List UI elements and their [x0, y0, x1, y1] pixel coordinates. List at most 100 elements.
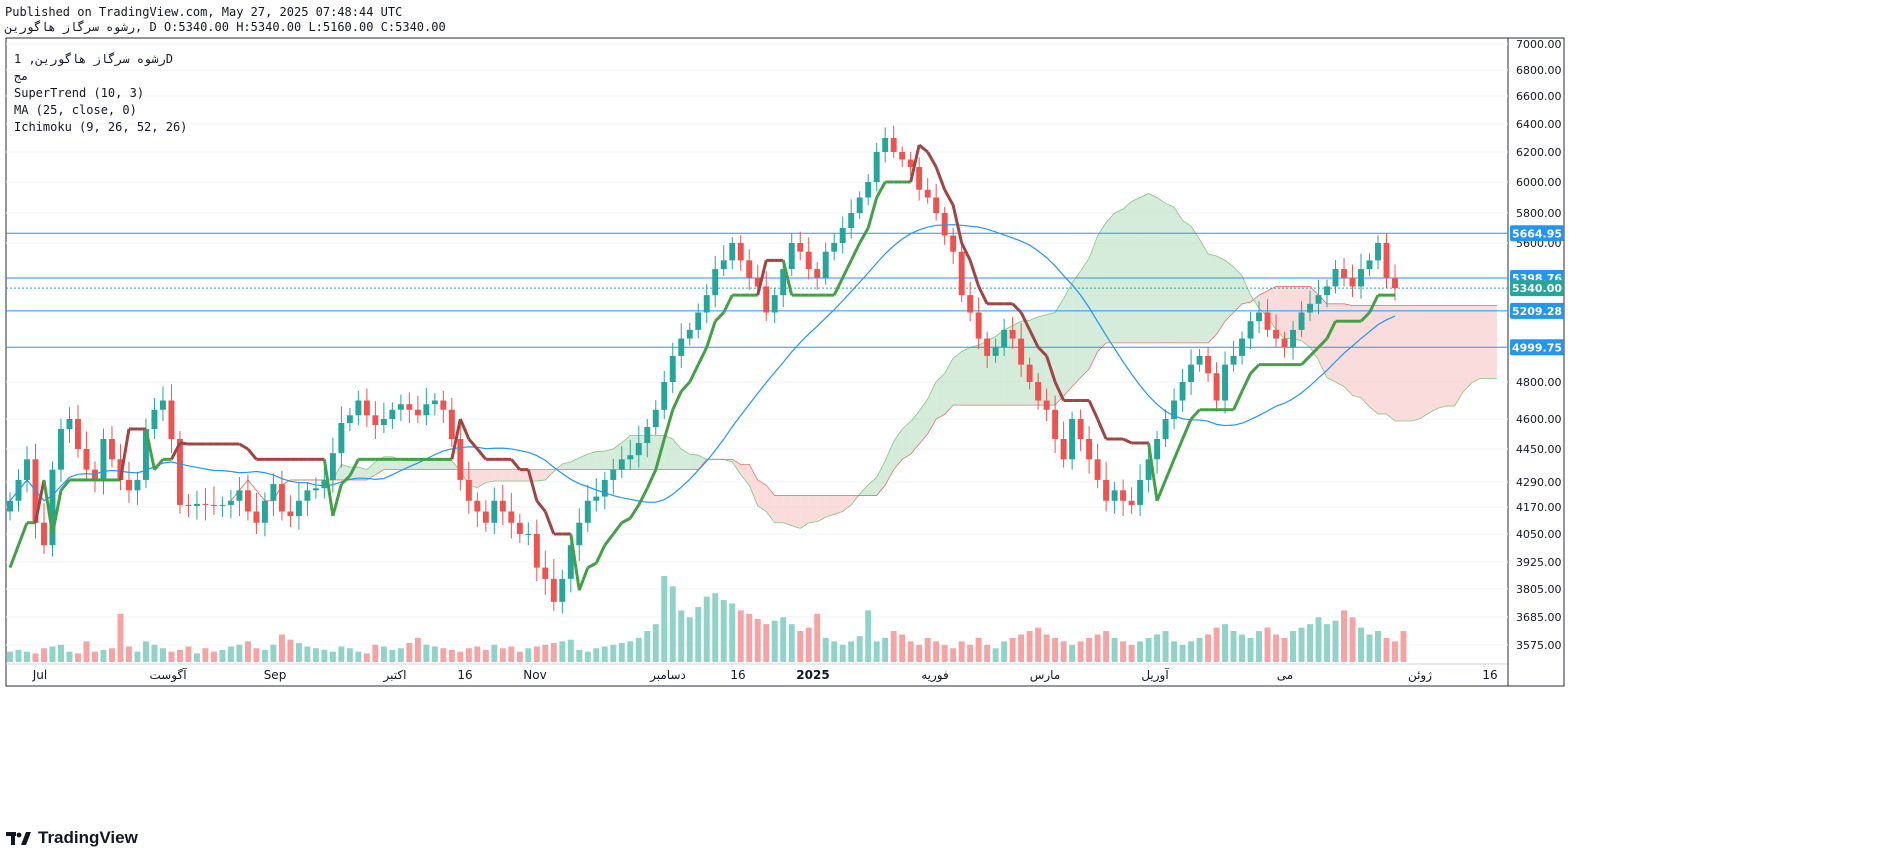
- ichimoku-cloud-segment: [664, 435, 673, 470]
- candle-body: [482, 511, 489, 523]
- ichimoku-cloud-segment: [1063, 282, 1073, 396]
- volume-bar: [1043, 634, 1050, 662]
- volume-bar: [1375, 631, 1381, 662]
- candle-body: [202, 503, 209, 505]
- candle-body: [1298, 312, 1305, 330]
- candle-body: [270, 484, 277, 501]
- ichimoku-cloud-segment: [1411, 305, 1421, 421]
- candle-body: [924, 189, 931, 198]
- price-chart[interactable]: 7000.00 6800.00 6600.00 6400.00 6200.00 6000.…: [0, 0, 1878, 828]
- x-tick-label: مارس: [1030, 668, 1061, 683]
- candle-body: [1324, 286, 1330, 296]
- volume-bar: [1247, 637, 1254, 662]
- candle-body: [1366, 260, 1373, 270]
- volume-bar: [1290, 631, 1297, 662]
- volume-bar: [355, 651, 362, 662]
- ichimoku-cloud-segment: [1335, 303, 1345, 387]
- volume-bar: [304, 646, 311, 662]
- volume-bar: [797, 631, 804, 662]
- candle-body: [440, 400, 447, 410]
- volume-bar: [1392, 641, 1398, 662]
- volume-bar: [363, 653, 370, 662]
- volume-bar: [1349, 617, 1356, 662]
- volume-bar: [916, 644, 923, 662]
- volume-bar: [287, 639, 294, 662]
- ichimoku-cloud-segment: [1369, 305, 1379, 414]
- candle-body: [627, 455, 634, 460]
- candle-body: [448, 409, 455, 439]
- candle-body: [1205, 355, 1212, 374]
- volume-bar: [805, 627, 812, 662]
- candle-body: [958, 251, 965, 296]
- volume-bar: [295, 643, 302, 662]
- volume-bar: [967, 644, 974, 662]
- volume-bar: [1213, 627, 1220, 662]
- candle-body: [907, 159, 914, 167]
- ichimoku-cloud-segment: [808, 495, 818, 523]
- candle-body: [669, 355, 676, 382]
- volume-bar: [822, 637, 829, 662]
- volume-bar: [465, 648, 472, 662]
- ichimoku-cloud-segment: [1386, 305, 1395, 421]
- candle-body: [652, 409, 659, 427]
- candle-body: [1120, 490, 1127, 501]
- volume-bar: [533, 646, 540, 662]
- candle-body: [576, 522, 583, 546]
- candle-body: [1383, 243, 1390, 278]
- legend-supertrend[interactable]: SuperTrend (10, 3): [14, 86, 144, 100]
- volume-bar: [41, 648, 47, 662]
- y-tick-label: 3685.00: [1516, 611, 1562, 624]
- ichimoku-cloud-segment: [1199, 239, 1209, 343]
- ichimoku-cloud-segment: [1395, 305, 1404, 421]
- volume-bar: [448, 649, 455, 662]
- supertrend-segment: [179, 441, 189, 446]
- x-tick-label: ژوئن: [1408, 668, 1432, 683]
- candle-body: [856, 197, 863, 213]
- ichimoku-cloud-segment: [1471, 305, 1480, 383]
- candle-body: [1349, 277, 1356, 287]
- x-tick-label: 16: [730, 668, 745, 682]
- ichimoku-cloud-segment: [961, 347, 971, 406]
- volume-bar: [227, 646, 234, 662]
- volume-bar: [219, 649, 226, 662]
- volume-bar: [1026, 631, 1033, 662]
- candle-body: [805, 251, 812, 270]
- volume-bar: [754, 619, 761, 662]
- volume-bar: [984, 644, 991, 662]
- y-tick-label: 6000.00: [1516, 176, 1562, 189]
- candle-body: [1035, 382, 1042, 401]
- volume-bar: [338, 646, 345, 662]
- volume-bar: [1052, 637, 1059, 662]
- candle-body: [1128, 500, 1135, 505]
- ichimoku-cloud-segment: [1454, 305, 1463, 407]
- candle-body: [58, 429, 64, 470]
- y-tick-label: 4600.00: [1516, 413, 1562, 426]
- candle-body: [1332, 269, 1339, 287]
- candle-body: [941, 213, 948, 236]
- volume-bar: [1205, 634, 1212, 662]
- ichimoku-cloud-segment: [970, 345, 979, 406]
- candle-body: [1154, 439, 1161, 460]
- candle-body: [1162, 419, 1169, 439]
- volume-bar: [601, 646, 608, 662]
- tradingview-brand: TradingView: [6, 828, 138, 848]
- volume-bar: [729, 603, 736, 662]
- volume-bar: [1035, 627, 1042, 662]
- volume-bar: [559, 641, 566, 662]
- candle-body: [24, 459, 30, 480]
- x-tick-label: آگوست: [149, 667, 187, 683]
- volume-bar: [312, 648, 319, 662]
- candle-body: [1137, 479, 1144, 505]
- volume-bar: [24, 651, 30, 662]
- ichimoku-cloud-segment: [494, 469, 503, 481]
- candle-body: [1230, 355, 1237, 365]
- candle-body: [1094, 459, 1101, 480]
- candle-body: [712, 269, 719, 296]
- legend-ichimoku[interactable]: Ichimoku (9, 26, 52, 26): [14, 120, 187, 134]
- tradingview-logo-icon: [6, 832, 31, 845]
- volume-bar: [142, 641, 149, 662]
- candle-body: [1069, 419, 1076, 460]
- legend-ma[interactable]: MA (25, close, 0): [14, 103, 137, 117]
- y-tick-label: 6200.00: [1516, 146, 1562, 159]
- ichimoku-cloud-segment: [1191, 226, 1200, 343]
